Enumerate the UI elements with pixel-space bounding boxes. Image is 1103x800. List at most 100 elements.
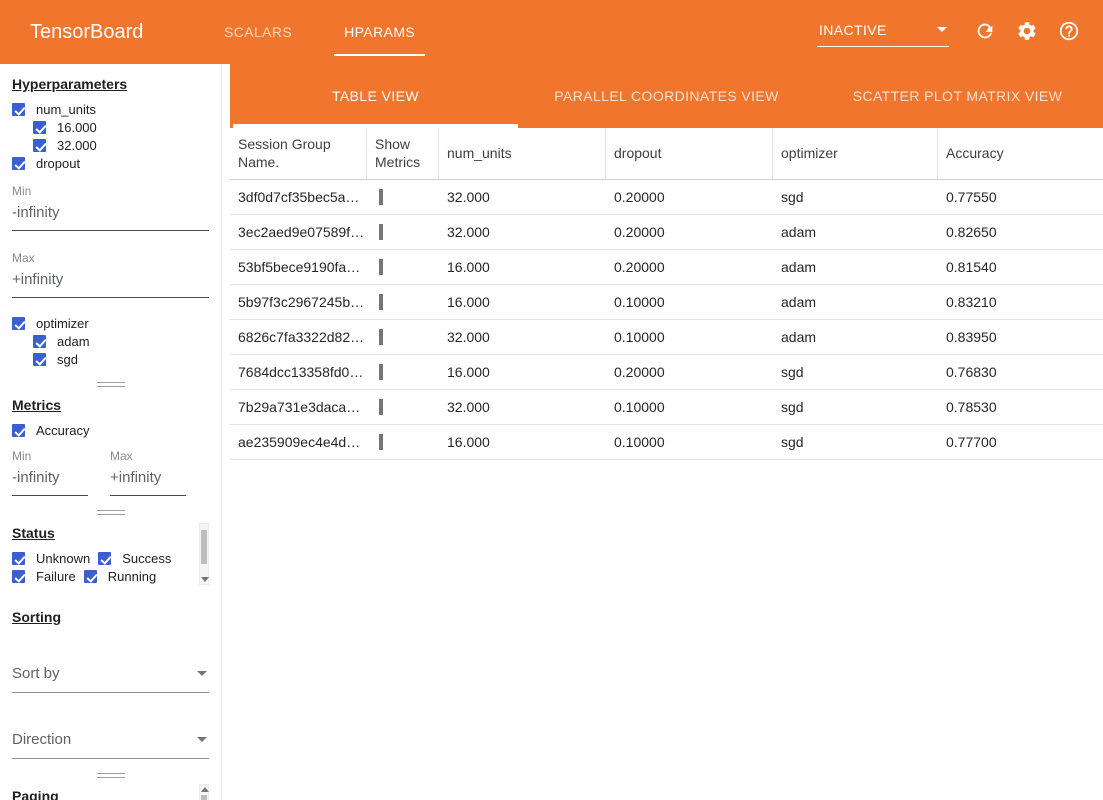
- scroll-down-icon[interactable]: [201, 577, 209, 582]
- optimizer-adam-checkbox[interactable]: [33, 335, 46, 348]
- table-row[interactable]: 53bf5bece9190fa… 16.000 0.20000 adam 0.8…: [230, 250, 1103, 285]
- dropout-checkbox[interactable]: [12, 157, 25, 170]
- session-group-name: 6826c7fa3322d82…: [230, 329, 367, 345]
- table-row[interactable]: 3df0d7cf35bec5a… 32.000 0.20000 sgd 0.77…: [230, 180, 1103, 215]
- table-row[interactable]: 7b29a731e3daca… 32.000 0.10000 sgd 0.785…: [230, 390, 1103, 425]
- resize-handle[interactable]: [97, 773, 125, 778]
- num-units-cell: 32.000: [439, 329, 606, 345]
- scrollbar-thumb[interactable]: [201, 530, 207, 564]
- column-header-optimizer[interactable]: optimizer: [773, 128, 938, 179]
- scrollbar-thumb[interactable]: [201, 795, 207, 800]
- help-button[interactable]: [1057, 20, 1081, 44]
- column-header-num-units[interactable]: num_units: [439, 128, 606, 179]
- metric-min-label: Min: [12, 449, 88, 463]
- paging-scrollbar[interactable]: [199, 784, 209, 800]
- column-header-session-group-name[interactable]: Session Group Name.: [230, 128, 367, 179]
- num-units-cell: 32.000: [439, 399, 606, 415]
- paging-section: Paging Number of matching session groups…: [12, 788, 209, 800]
- status-success-checkbox[interactable]: [98, 552, 111, 565]
- help-icon: [1058, 20, 1080, 42]
- column-header-show-metrics[interactable]: Show Metrics: [367, 128, 439, 179]
- table-row[interactable]: 5b97f3c2967245b… 16.000 0.10000 adam 0.8…: [230, 285, 1103, 320]
- num-units-value-row: 16.000: [33, 118, 209, 136]
- tab-hparams[interactable]: HPARAMS: [318, 0, 441, 64]
- refresh-button[interactable]: [973, 20, 997, 44]
- show-metrics-cell: [367, 399, 439, 415]
- optimizer-checkbox[interactable]: [12, 317, 25, 330]
- show-metrics-checkbox[interactable]: [379, 434, 383, 450]
- show-metrics-checkbox[interactable]: [379, 329, 383, 345]
- optimizer-cell: adam: [773, 259, 938, 275]
- metric-min-input[interactable]: -infinity: [12, 463, 88, 496]
- show-metrics-checkbox[interactable]: [379, 364, 383, 380]
- status-section: Status Unknown Success Failure Running: [12, 525, 209, 585]
- hparam-dropout-row: dropout: [12, 154, 209, 172]
- tab-parallel-coordinates-view[interactable]: PARALLEL COORDINATES VIEW: [521, 64, 812, 128]
- view-tabs: TABLE VIEW PARALLEL COORDINATES VIEW SCA…: [230, 64, 1103, 128]
- optimizer-cell: sgd: [773, 399, 938, 415]
- session-group-name: 7b29a731e3daca…: [230, 399, 367, 415]
- show-metrics-checkbox[interactable]: [379, 189, 383, 205]
- metric-max-label: Max: [110, 449, 186, 463]
- dropout-cell: 0.10000: [606, 329, 773, 345]
- chevron-down-icon: [937, 27, 947, 32]
- accuracy-checkbox[interactable]: [12, 424, 25, 437]
- session-group-name: 3ec2aed9e07589f…: [230, 224, 367, 240]
- status-unknown-row: Unknown: [12, 549, 90, 567]
- num-units-16-checkbox[interactable]: [33, 121, 46, 134]
- session-group-name: 7684dcc13358fd0…: [230, 364, 367, 380]
- status-unknown-checkbox[interactable]: [12, 552, 25, 565]
- gear-icon: [1016, 20, 1038, 42]
- show-metrics-cell: [367, 329, 439, 345]
- dropout-max-input[interactable]: +infinity: [12, 265, 209, 298]
- dropout-min-label: Min: [12, 184, 209, 198]
- top-nav: SCALARS HPARAMS: [198, 0, 441, 64]
- resize-handle[interactable]: [97, 382, 125, 387]
- hparams-main-view: TABLE VIEW PARALLEL COORDINATES VIEW SCA…: [230, 64, 1103, 800]
- tab-scatter-plot-matrix-view[interactable]: SCATTER PLOT MATRIX VIEW: [812, 64, 1103, 128]
- settings-button[interactable]: [1015, 20, 1039, 44]
- show-metrics-cell: [367, 364, 439, 380]
- status-scrollbar[interactable]: [199, 523, 209, 585]
- table-row[interactable]: 7684dcc13358fd0… 16.000 0.20000 sgd 0.76…: [230, 355, 1103, 390]
- dropout-min-input[interactable]: -infinity: [12, 198, 209, 231]
- metric-max-input[interactable]: +infinity: [110, 463, 186, 496]
- hparam-optimizer-row: optimizer: [12, 314, 209, 332]
- filters-sidebar: Hyperparameters num_units 16.000 32.000 …: [0, 64, 222, 800]
- status-running-checkbox[interactable]: [84, 570, 97, 583]
- dropout-label: dropout: [36, 156, 80, 171]
- status-dropdown[interactable]: INACTIVE: [817, 18, 949, 47]
- dropout-cell: 0.20000: [606, 364, 773, 380]
- num-units-32-checkbox[interactable]: [33, 139, 46, 152]
- optimizer-sgd-checkbox[interactable]: [33, 353, 46, 366]
- column-header-dropout[interactable]: dropout: [606, 128, 773, 179]
- num-units-cell: 16.000: [439, 259, 606, 275]
- show-metrics-checkbox[interactable]: [379, 259, 383, 275]
- direction-value: Direction: [12, 731, 71, 748]
- metric-max-field: Max +infinity: [110, 449, 186, 496]
- table-row[interactable]: ae235909ec4e4d… 16.000 0.10000 sgd 0.777…: [230, 425, 1103, 460]
- scroll-up-icon[interactable]: [201, 787, 209, 792]
- dropout-cell: 0.10000: [606, 294, 773, 310]
- tab-scalars[interactable]: SCALARS: [198, 0, 318, 64]
- direction-select[interactable]: Direction: [12, 727, 209, 759]
- show-metrics-checkbox[interactable]: [379, 224, 383, 240]
- num-units-cell: 32.000: [439, 224, 606, 240]
- sort-by-select[interactable]: Sort by: [12, 661, 209, 693]
- show-metrics-checkbox[interactable]: [379, 399, 383, 415]
- dropout-max-field: Max +infinity: [12, 251, 209, 298]
- table-row[interactable]: 3ec2aed9e07589f… 32.000 0.20000 adam 0.8…: [230, 215, 1103, 250]
- status-unknown-label: Unknown: [36, 551, 90, 566]
- column-header-accuracy[interactable]: Accuracy: [938, 128, 1103, 179]
- accuracy-cell: 0.82650: [938, 224, 1103, 240]
- status-options: Unknown Success Failure Running: [12, 549, 192, 585]
- dropout-cell: 0.10000: [606, 399, 773, 415]
- tab-table-view[interactable]: TABLE VIEW: [230, 64, 521, 128]
- resize-handle[interactable]: [97, 510, 125, 515]
- status-failure-checkbox[interactable]: [12, 570, 25, 583]
- show-metrics-checkbox[interactable]: [379, 294, 383, 310]
- table-row[interactable]: 6826c7fa3322d82… 32.000 0.10000 adam 0.8…: [230, 320, 1103, 355]
- num-units-checkbox[interactable]: [12, 103, 25, 116]
- num-units-cell: 32.000: [439, 189, 606, 205]
- num-units-32-label: 32.000: [57, 138, 97, 153]
